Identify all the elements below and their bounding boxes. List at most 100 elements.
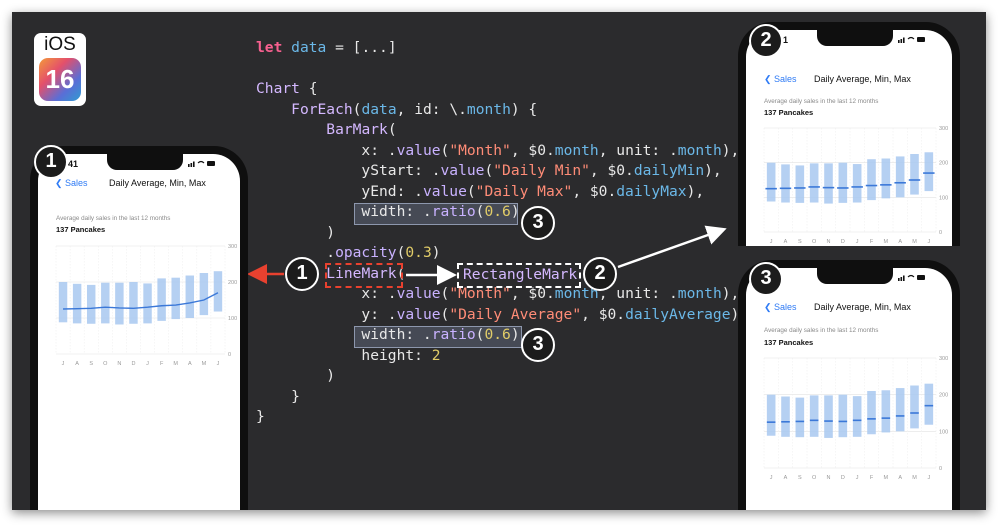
- range-bar: [824, 395, 833, 438]
- x-tick-label: N: [827, 239, 831, 245]
- average-rect: [795, 420, 805, 423]
- range-bar: [881, 390, 891, 433]
- range-bar: [809, 163, 819, 203]
- chart-headline: 137 Pancakes: [764, 108, 814, 117]
- x-tick-label: D: [841, 239, 845, 245]
- canvas: iOS 16 let data = [...] Chart { ForEach(d…: [12, 12, 986, 510]
- range-bar: [781, 396, 790, 437]
- average-rect: [766, 421, 776, 423]
- range-bar: [157, 278, 166, 321]
- range-bar: [171, 277, 180, 320]
- phone-1-number: 1: [34, 145, 68, 179]
- y-tick-label: 300: [228, 244, 237, 250]
- chevron-left-icon: ❮: [764, 302, 775, 312]
- average-rect: [794, 187, 806, 189]
- x-tick-label: A: [784, 239, 788, 245]
- back-button[interactable]: ❮ Sales: [764, 74, 797, 85]
- average-rect: [824, 420, 833, 422]
- x-tick-label: M: [884, 239, 889, 245]
- phone-3: ❮ Sales Daily Average, Min, Max Average …: [738, 260, 960, 510]
- y-tick-label: 300: [939, 356, 948, 362]
- notch: [107, 154, 183, 170]
- x-tick-label: F: [160, 361, 164, 367]
- status-icons: [188, 160, 215, 167]
- x-tick-label: F: [870, 239, 874, 245]
- x-tick-label: J: [146, 361, 149, 367]
- phone-2-number: 2: [749, 24, 783, 58]
- nav-title: Daily Average, Min, Max: [109, 178, 206, 188]
- back-label: Sales: [65, 178, 88, 188]
- range-bar: [867, 391, 876, 435]
- range-bar: [895, 388, 905, 432]
- x-tick-label: S: [798, 475, 802, 481]
- status-icons: [898, 274, 925, 281]
- x-tick-label: F: [870, 475, 874, 481]
- average-rect: [910, 412, 919, 414]
- status-icons: [898, 36, 925, 43]
- x-tick-label: O: [812, 239, 817, 245]
- x-tick-label: S: [798, 239, 802, 245]
- x-tick-label: O: [812, 475, 817, 481]
- x-tick-label: J: [62, 361, 65, 367]
- x-tick-label: D: [131, 361, 135, 367]
- range-bar: [766, 394, 776, 436]
- back-button[interactable]: ❮ Sales: [764, 302, 797, 313]
- range-bar: [72, 283, 82, 324]
- phone-1: 41 ❮ Sales Daily Average, Min, Max Avera…: [30, 146, 248, 510]
- range-bar: [781, 164, 790, 203]
- range-bar: [185, 275, 195, 318]
- average-rect: [808, 186, 820, 188]
- range-bar: [101, 282, 110, 324]
- x-tick-label: M: [173, 361, 178, 367]
- average-rect: [765, 187, 777, 190]
- range-bar: [895, 156, 905, 198]
- average-rect: [894, 181, 906, 184]
- range-bar: [867, 159, 876, 201]
- chart-subtitle: Average daily sales in the last 12 month…: [764, 327, 879, 334]
- y-tick-label: 300: [939, 126, 948, 132]
- chart-subtitle: Average daily sales in the last 12 month…: [764, 98, 879, 105]
- back-button[interactable]: ❮ Sales: [55, 178, 88, 189]
- range-bar: [129, 282, 138, 324]
- callout-3-bar-width: 3: [521, 206, 555, 240]
- callout-3-line-width: 3: [521, 328, 555, 362]
- average-rect: [895, 415, 905, 417]
- notch: [817, 30, 893, 46]
- back-label: Sales: [774, 74, 797, 84]
- x-tick-label: J: [927, 475, 930, 481]
- y-tick-label: 100: [228, 316, 237, 322]
- chart-subtitle: Average daily sales in the last 12 month…: [56, 215, 171, 222]
- range-bar: [766, 162, 776, 202]
- x-tick-label: J: [927, 239, 930, 245]
- average-rect: [851, 186, 863, 188]
- x-tick-label: J: [770, 239, 773, 245]
- range-bar: [852, 396, 862, 437]
- average-rect: [852, 419, 862, 422]
- range-bar: [852, 164, 862, 203]
- phone-screen: 41 ❮ Sales Daily Average, Min, Max Avera…: [38, 154, 240, 510]
- y-tick-label: 0: [939, 466, 942, 472]
- average-rect: [881, 417, 891, 419]
- y-tick-label: 100: [939, 195, 948, 201]
- average-rect: [838, 420, 848, 423]
- range-bar: [115, 282, 124, 325]
- average-rect: [924, 404, 934, 407]
- y-tick-label: 200: [939, 393, 948, 399]
- x-tick-label: A: [75, 361, 79, 367]
- y-tick-label: 200: [228, 280, 237, 286]
- range-bar: [795, 165, 805, 203]
- range-bar: [58, 282, 68, 323]
- average-rect: [908, 179, 921, 181]
- x-tick-label: D: [841, 475, 845, 481]
- x-tick-label: A: [898, 239, 902, 245]
- range-bar: [824, 163, 833, 204]
- average-rect: [779, 187, 792, 190]
- mini-chart: 0 100 200 300 J A S O N D J F M A M J: [55, 244, 237, 367]
- callout-2-rectanglemark: 2: [583, 257, 617, 291]
- x-tick-label: J: [217, 361, 220, 367]
- range-bar: [213, 271, 223, 312]
- y-tick-label: 0: [939, 230, 942, 236]
- back-label: Sales: [774, 302, 797, 312]
- notch: [817, 268, 893, 284]
- chart-headline: 137 Pancakes: [764, 338, 814, 347]
